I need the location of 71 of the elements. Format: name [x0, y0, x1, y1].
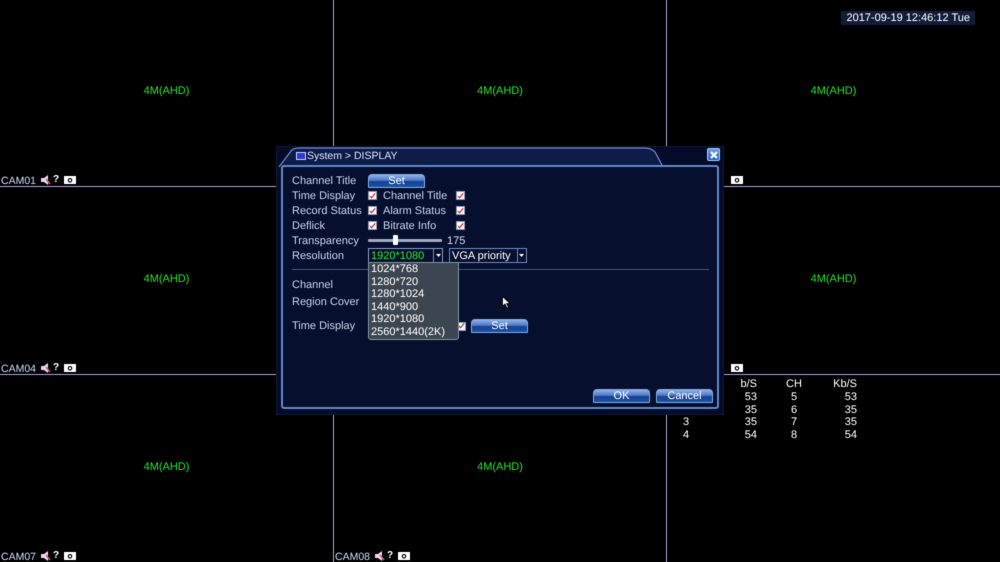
table-cell-text: 35 [844, 416, 857, 430]
checkbox[interactable] [368, 206, 377, 215]
clock: 2017-09-19 12:46:12 Tue [841, 11, 975, 25]
table-cell-text: 53 [844, 390, 857, 404]
set-button[interactable]: Set [368, 174, 425, 188]
table-cell-text: 54 [844, 429, 857, 442]
table-header: CH [785, 378, 803, 391]
checkbox[interactable] [456, 206, 465, 215]
dropdown-option[interactable]: 1024*768 [369, 263, 458, 276]
dropdown-option[interactable]: 1280*720 [369, 276, 458, 288]
table-cell-text: 5 [790, 390, 798, 404]
monitor-icon [296, 152, 306, 160]
checkbox[interactable] [456, 191, 465, 200]
table-cell-text: 53 [744, 390, 757, 404]
table-cell-text: 35 [744, 404, 757, 416]
checkbox[interactable] [368, 191, 377, 200]
field-label: Time Display [292, 320, 356, 332]
help-mark: ? [53, 174, 60, 185]
field-label: Channel [292, 278, 334, 290]
table-cell-text: 54 [744, 429, 757, 442]
help-mark: ? [53, 550, 60, 561]
table-cell-text: 7 [790, 416, 798, 430]
checkbox[interactable] [456, 221, 465, 230]
video-status: 4M(AHD) [144, 85, 190, 97]
window-title: System > DISPLAY [307, 150, 398, 162]
dropdown-option[interactable]: 1280*1024 [369, 288, 458, 300]
set-button[interactable]: Set [471, 319, 528, 333]
dropdown[interactable]: 1920*1080 [368, 248, 443, 263]
close-button[interactable] [707, 148, 720, 161]
dialog-button[interactable]: OK [593, 389, 650, 403]
camera-label: CAM07 [1, 550, 36, 562]
option-label: Time Display [292, 190, 356, 202]
dropdown[interactable]: VGA priority [449, 248, 527, 263]
slider-value: 175 [447, 234, 466, 246]
table-header: Kb/S [832, 378, 857, 391]
option-label: Deflick [292, 220, 326, 232]
option-label: Bitrate Info [383, 220, 438, 232]
help-mark: ? [53, 362, 60, 373]
slider-thumb[interactable] [393, 235, 398, 245]
table-cell-text: 35 [744, 416, 757, 430]
field-label: Resolution [292, 250, 345, 262]
option-label: Record Status [292, 204, 363, 216]
mouse-pointer-icon [502, 296, 511, 309]
video-status: 4M(AHD) [144, 272, 190, 284]
camera-label: CAM08 [335, 550, 370, 562]
dropdown-option[interactable]: 1920*1080 [369, 313, 458, 326]
help-mark: ? [387, 550, 394, 561]
option-label: Alarm Status [383, 204, 447, 216]
option-label: Channel Title [383, 190, 448, 202]
camera-label: CAM01 [1, 174, 36, 186]
field-label: Region Cover [292, 296, 360, 308]
table-cell: 3 [683, 416, 690, 428]
video-status: 4M(AHD) [810, 272, 856, 284]
dropdown-option[interactable]: 2560*1440(2K) [369, 326, 458, 338]
caret-icon [436, 254, 440, 257]
table-header: b/S [739, 378, 757, 391]
field-label: Transparency [292, 234, 360, 246]
table-cell-text: 6 [790, 404, 798, 416]
dialog-button[interactable]: Cancel [656, 389, 713, 403]
camera-label: CAM04 [1, 362, 36, 374]
table-cell: 4 [683, 429, 690, 442]
video-status: 4M(AHD) [144, 460, 190, 472]
caret-icon [519, 254, 524, 257]
video-status: 4M(AHD) [810, 85, 856, 97]
table-cell-text: 8 [790, 429, 798, 442]
video-status: 4M(AHD) [477, 85, 523, 97]
checkbox[interactable] [368, 221, 377, 230]
table-cell-text: 35 [844, 404, 857, 416]
field-label: Channel Title [292, 174, 358, 186]
dropdown-option[interactable]: 1440*900 [369, 300, 458, 313]
video-status: 4M(AHD) [477, 460, 523, 472]
